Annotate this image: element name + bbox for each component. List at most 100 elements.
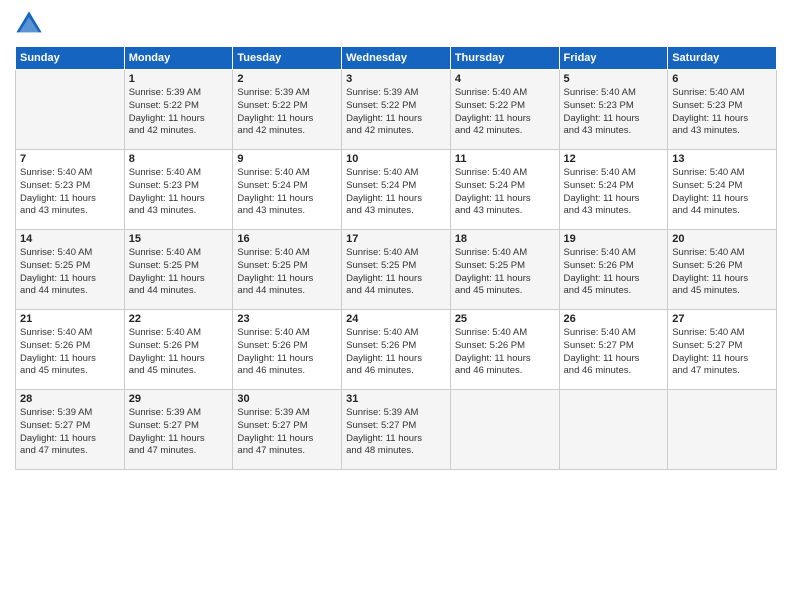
weekday-header: Monday xyxy=(124,47,233,70)
calendar-cell: 7Sunrise: 5:40 AM Sunset: 5:23 PM Daylig… xyxy=(16,150,125,230)
calendar-cell: 22 Sunrise: 5:40 AM Sunset: 5:26 PM Dayli… xyxy=(124,310,233,390)
day-number: 15 xyxy=(129,233,229,245)
calendar-cell: 17 Sunrise: 5:40 AM Sunset: 5:25 PM Dayli… xyxy=(342,230,451,310)
logo-icon xyxy=(15,10,43,38)
calendar-cell: 12 Sunrise: 5:40 AM Sunset: 5:24 PM Dayli… xyxy=(559,150,668,230)
day-info: Sunrise: 5:40 AM Sunset: 5:24 PM Dayligh… xyxy=(455,167,555,218)
day-info: Sunrise: 5:40 AM Sunset: 5:24 PM Dayligh… xyxy=(346,167,446,218)
calendar-cell: 11 Sunrise: 5:40 AM Sunset: 5:24 PM Dayli… xyxy=(450,150,559,230)
day-info: Sunrise: 5:40 AM Sunset: 5:26 PM Dayligh… xyxy=(672,247,772,298)
weekday-header: Friday xyxy=(559,47,668,70)
calendar-cell: 6Sunrise: 5:40 AM Sunset: 5:23 PM Daylig… xyxy=(668,70,777,150)
calendar-cell: 25 Sunrise: 5:40 AM Sunset: 5:26 PM Dayli… xyxy=(450,310,559,390)
day-info: Sunrise: 5:40 AM Sunset: 5:26 PM Dayligh… xyxy=(346,327,446,378)
calendar-cell: 15 Sunrise: 5:40 AM Sunset: 5:25 PM Dayli… xyxy=(124,230,233,310)
calendar-cell: 5 Sunrise: 5:40 AM Sunset: 5:23 PM Daylig… xyxy=(559,70,668,150)
day-info: Sunrise: 5:40 AM Sunset: 5:25 PM Dayligh… xyxy=(129,247,229,298)
day-info: Sunrise: 5:40 AM Sunset: 5:23 PM Dayligh… xyxy=(20,167,120,218)
day-number: 5 xyxy=(564,73,664,85)
calendar-cell: 1 Sunrise: 5:39 AM Sunset: 5:22 PM Daylig… xyxy=(124,70,233,150)
calendar-cell: 8 Sunrise: 5:40 AM Sunset: 5:23 PM Daylig… xyxy=(124,150,233,230)
day-info: Sunrise: 5:40 AM Sunset: 5:26 PM Dayligh… xyxy=(455,327,555,378)
day-info: Sunrise: 5:40 AM Sunset: 5:23 PM Dayligh… xyxy=(129,167,229,218)
day-number: 2 xyxy=(237,73,337,85)
day-number: 30 xyxy=(237,393,337,405)
calendar-cell: 10 Sunrise: 5:40 AM Sunset: 5:24 PM Dayli… xyxy=(342,150,451,230)
day-number: 6 xyxy=(672,73,772,85)
day-number: 22 xyxy=(129,313,229,325)
day-info: Sunrise: 5:39 AM Sunset: 5:27 PM Dayligh… xyxy=(237,407,337,458)
day-info: Sunrise: 5:40 AM Sunset: 5:26 PM Dayligh… xyxy=(237,327,337,378)
day-info: Sunrise: 5:40 AM Sunset: 5:25 PM Dayligh… xyxy=(237,247,337,298)
day-number: 23 xyxy=(237,313,337,325)
calendar-cell: 26 Sunrise: 5:40 AM Sunset: 5:27 PM Dayli… xyxy=(559,310,668,390)
day-info: Sunrise: 5:40 AM Sunset: 5:23 PM Dayligh… xyxy=(564,87,664,138)
weekday-row: SundayMondayTuesdayWednesdayThursdayFrid… xyxy=(16,47,777,70)
calendar-cell: 18 Sunrise: 5:40 AM Sunset: 5:25 PM Dayli… xyxy=(450,230,559,310)
weekday-header: Saturday xyxy=(668,47,777,70)
week-row: 28Sunrise: 5:39 AM Sunset: 5:27 PM Dayli… xyxy=(16,390,777,470)
week-row: 1 Sunrise: 5:39 AM Sunset: 5:22 PM Daylig… xyxy=(16,70,777,150)
calendar-header: SundayMondayTuesdayWednesdayThursdayFrid… xyxy=(16,47,777,70)
day-info: Sunrise: 5:39 AM Sunset: 5:22 PM Dayligh… xyxy=(129,87,229,138)
calendar-cell: 30 Sunrise: 5:39 AM Sunset: 5:27 PM Dayli… xyxy=(233,390,342,470)
calendar-cell: 19Sunrise: 5:40 AM Sunset: 5:26 PM Dayli… xyxy=(559,230,668,310)
day-number: 11 xyxy=(455,153,555,165)
day-number: 16 xyxy=(237,233,337,245)
calendar-cell: 13 Sunrise: 5:40 AM Sunset: 5:24 PM Dayli… xyxy=(668,150,777,230)
day-info: Sunrise: 5:40 AM Sunset: 5:24 PM Dayligh… xyxy=(564,167,664,218)
day-number: 14 xyxy=(20,233,120,245)
day-info: Sunrise: 5:39 AM Sunset: 5:22 PM Dayligh… xyxy=(237,87,337,138)
day-info: Sunrise: 5:40 AM Sunset: 5:24 PM Dayligh… xyxy=(672,167,772,218)
day-info: Sunrise: 5:40 AM Sunset: 5:26 PM Dayligh… xyxy=(129,327,229,378)
day-number: 1 xyxy=(129,73,229,85)
day-number: 21 xyxy=(20,313,120,325)
day-number: 25 xyxy=(455,313,555,325)
calendar: SundayMondayTuesdayWednesdayThursdayFrid… xyxy=(15,46,777,470)
calendar-cell: 3 Sunrise: 5:39 AM Sunset: 5:22 PM Daylig… xyxy=(342,70,451,150)
calendar-cell: 24Sunrise: 5:40 AM Sunset: 5:26 PM Dayli… xyxy=(342,310,451,390)
day-info: Sunrise: 5:39 AM Sunset: 5:27 PM Dayligh… xyxy=(20,407,120,458)
calendar-cell: 23 Sunrise: 5:40 AM Sunset: 5:26 PM Dayli… xyxy=(233,310,342,390)
calendar-cell: 27 Sunrise: 5:40 AM Sunset: 5:27 PM Dayli… xyxy=(668,310,777,390)
day-number: 3 xyxy=(346,73,446,85)
day-info: Sunrise: 5:40 AM Sunset: 5:25 PM Dayligh… xyxy=(346,247,446,298)
page: SundayMondayTuesdayWednesdayThursdayFrid… xyxy=(0,0,792,612)
day-number: 27 xyxy=(672,313,772,325)
calendar-cell xyxy=(450,390,559,470)
day-info: Sunrise: 5:40 AM Sunset: 5:22 PM Dayligh… xyxy=(455,87,555,138)
day-number: 18 xyxy=(455,233,555,245)
day-info: Sunrise: 5:40 AM Sunset: 5:25 PM Dayligh… xyxy=(20,247,120,298)
day-info: Sunrise: 5:39 AM Sunset: 5:27 PM Dayligh… xyxy=(346,407,446,458)
calendar-cell: 2 Sunrise: 5:39 AM Sunset: 5:22 PM Daylig… xyxy=(233,70,342,150)
day-info: Sunrise: 5:40 AM Sunset: 5:27 PM Dayligh… xyxy=(564,327,664,378)
day-number: 10 xyxy=(346,153,446,165)
calendar-cell: 20 Sunrise: 5:40 AM Sunset: 5:26 PM Dayli… xyxy=(668,230,777,310)
calendar-cell: 16 Sunrise: 5:40 AM Sunset: 5:25 PM Dayli… xyxy=(233,230,342,310)
day-info: Sunrise: 5:39 AM Sunset: 5:22 PM Dayligh… xyxy=(346,87,446,138)
day-number: 12 xyxy=(564,153,664,165)
day-number: 9 xyxy=(237,153,337,165)
day-number: 20 xyxy=(672,233,772,245)
day-info: Sunrise: 5:40 AM Sunset: 5:27 PM Dayligh… xyxy=(672,327,772,378)
day-number: 8 xyxy=(129,153,229,165)
calendar-cell: 9 Sunrise: 5:40 AM Sunset: 5:24 PM Daylig… xyxy=(233,150,342,230)
day-info: Sunrise: 5:40 AM Sunset: 5:24 PM Dayligh… xyxy=(237,167,337,218)
calendar-cell: 21 Sunrise: 5:40 AM Sunset: 5:26 PM Dayli… xyxy=(16,310,125,390)
calendar-body: 1 Sunrise: 5:39 AM Sunset: 5:22 PM Daylig… xyxy=(16,70,777,470)
header xyxy=(15,10,777,38)
day-info: Sunrise: 5:40 AM Sunset: 5:26 PM Dayligh… xyxy=(20,327,120,378)
week-row: 7Sunrise: 5:40 AM Sunset: 5:23 PM Daylig… xyxy=(16,150,777,230)
calendar-cell xyxy=(559,390,668,470)
weekday-header: Wednesday xyxy=(342,47,451,70)
calendar-cell: 28Sunrise: 5:39 AM Sunset: 5:27 PM Dayli… xyxy=(16,390,125,470)
calendar-cell: 31Sunrise: 5:39 AM Sunset: 5:27 PM Dayli… xyxy=(342,390,451,470)
calendar-cell xyxy=(16,70,125,150)
day-number: 17 xyxy=(346,233,446,245)
day-number: 13 xyxy=(672,153,772,165)
logo xyxy=(15,10,47,38)
weekday-header: Tuesday xyxy=(233,47,342,70)
day-number: 29 xyxy=(129,393,229,405)
day-info: Sunrise: 5:40 AM Sunset: 5:25 PM Dayligh… xyxy=(455,247,555,298)
day-number: 26 xyxy=(564,313,664,325)
